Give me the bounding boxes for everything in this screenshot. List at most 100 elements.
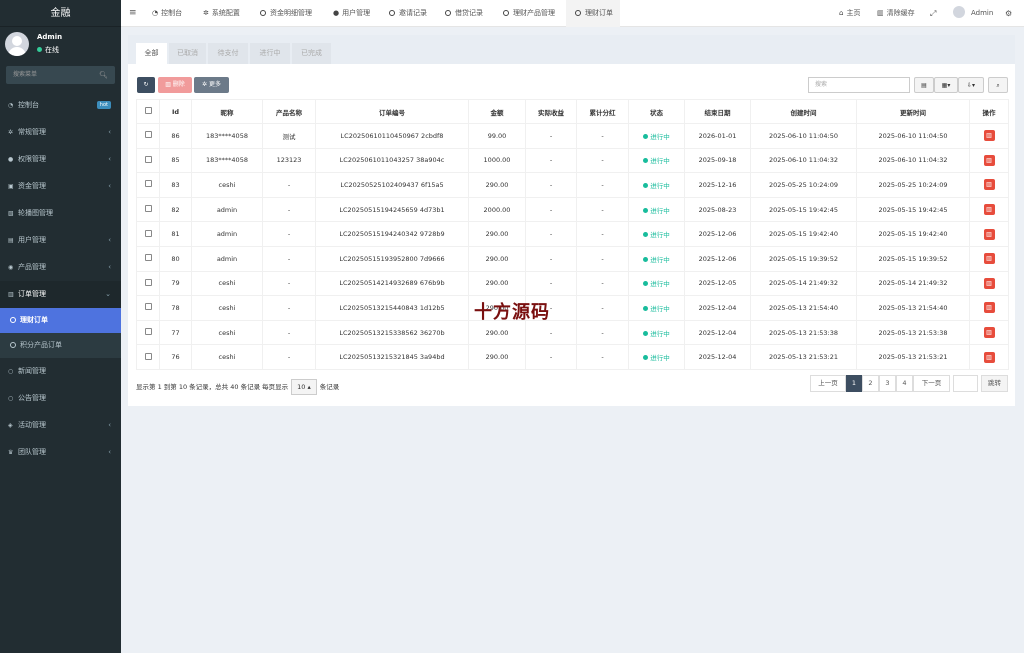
sidebar-item-products[interactable]: ◉ 产品管理 ‹: [0, 254, 121, 281]
sidebar-item-activities[interactable]: ◈ 活动管理 ‹: [0, 412, 121, 439]
prev-page-button[interactable]: 上一页: [810, 375, 846, 392]
delete-row-button[interactable]: ▥: [983, 228, 995, 240]
jump-page-input[interactable]: [953, 375, 978, 392]
delete-row-button[interactable]: ▥: [983, 204, 995, 216]
row-checkbox[interactable]: [136, 245, 160, 272]
tab-users[interactable]: ● 用户管理: [333, 0, 370, 27]
column-header[interactable]: 结束日期: [684, 99, 751, 124]
column-header[interactable]: 累计分红: [576, 99, 629, 124]
delete-row-button[interactable]: ▥: [983, 277, 995, 289]
delete-row-button[interactable]: ▥: [983, 130, 995, 142]
row-checkbox[interactable]: [136, 221, 160, 247]
delete-row-button[interactable]: ▥: [983, 154, 995, 166]
toggle-view-icon[interactable]: ▤: [914, 77, 934, 93]
app-logo[interactable]: 金融: [0, 0, 121, 27]
row-checkbox[interactable]: [136, 196, 160, 223]
sidebar-item-teams[interactable]: ♛ 团队管理 ‹: [0, 439, 121, 466]
tab-invites[interactable]: 邀请记录: [389, 0, 427, 27]
row-checkbox[interactable]: [136, 123, 160, 149]
delete-row-button[interactable]: ▥: [983, 327, 995, 339]
columns-dropdown-icon[interactable]: ▦▾: [934, 77, 958, 93]
clear-cache-button[interactable]: ▥ 清除缓存: [877, 0, 915, 27]
tab-loans[interactable]: 借贷记录: [445, 0, 483, 27]
tab-label: 邀请记录: [399, 9, 427, 17]
fullscreen-icon[interactable]: ⤢: [930, 0, 936, 27]
column-header[interactable]: 金额: [468, 99, 526, 124]
tab-fund-details[interactable]: 资金明细管理: [260, 0, 312, 27]
table-row[interactable]: 83 ceshi - LC20250525102409437 6f15a5 290.00…: [136, 172, 1009, 198]
tab-finance-products[interactable]: 理财产品管理: [503, 0, 555, 27]
column-header[interactable]: Id: [159, 99, 192, 124]
home-link[interactable]: ⌂ 主页: [839, 0, 860, 27]
tab-dashboard[interactable]: ◔ 控制台: [152, 0, 182, 27]
refresh-button[interactable]: ↻: [137, 77, 155, 93]
delete-button[interactable]: ▥ 删除: [158, 77, 192, 93]
table-cell: -: [262, 270, 316, 297]
table-row[interactable]: 78 ceshi - LC20250513215440843 1d12b5 290.00…: [136, 295, 1009, 321]
sidebar-item-carousel[interactable]: ▧ 轮播图管理: [0, 200, 121, 227]
table-row[interactable]: 80 admin - LC20250515193952800 7d9666 290.00…: [136, 245, 1009, 272]
menu-search-input[interactable]: 搜索菜单 🔍︎: [6, 66, 115, 84]
menu-toggle-icon[interactable]: ≡: [129, 0, 137, 27]
column-header[interactable]: 状态: [628, 99, 685, 124]
sidebar-item-permissions[interactable]: ● 权限管理 ‹: [0, 146, 121, 173]
more-button[interactable]: ✲ 更多: [194, 77, 229, 93]
column-header[interactable]: 订单编号: [315, 99, 469, 124]
tab-finance-orders[interactable]: 理财订单: [566, 0, 620, 27]
sidebar-item-notices[interactable]: ○ 公告管理: [0, 385, 121, 412]
sidebar-item-points-orders[interactable]: 积分产品订单: [0, 333, 121, 358]
row-checkbox[interactable]: [136, 172, 160, 198]
page-button-2[interactable]: 2: [862, 375, 879, 392]
table-search-input[interactable]: 搜索: [808, 77, 910, 93]
page-button-3[interactable]: 3: [879, 375, 896, 392]
column-header[interactable]: 创建时间: [750, 99, 857, 124]
page-button-4[interactable]: 4: [896, 375, 913, 392]
export-dropdown-icon[interactable]: ⇩▾: [958, 77, 984, 93]
row-checkbox[interactable]: [136, 295, 160, 321]
delete-row-button[interactable]: ▥: [983, 351, 995, 363]
column-header[interactable]: 昵称: [191, 99, 263, 124]
row-checkbox[interactable]: [136, 319, 160, 346]
next-page-button[interactable]: 下一页: [913, 375, 950, 392]
page-size-dropdown[interactable]: 10 ▴: [291, 379, 317, 395]
jump-button[interactable]: 跳转: [981, 375, 1008, 392]
column-header[interactable]: 产品名称: [262, 99, 316, 124]
delete-row-button[interactable]: ▥: [983, 179, 995, 191]
filter-tab-all[interactable]: 全部: [136, 43, 167, 64]
advanced-search-icon[interactable]: ⌕: [988, 77, 1008, 93]
tab-system-config[interactable]: ✲ 系统配置: [203, 0, 240, 27]
filter-tab-in-progress[interactable]: 进行中: [250, 43, 290, 64]
settings-gears-icon[interactable]: ⚙: [1005, 0, 1012, 27]
column-header[interactable]: 更新时间: [856, 99, 970, 124]
filter-tab-pending-payment[interactable]: 待支付: [208, 43, 248, 64]
user-menu[interactable]: Admin: [953, 0, 993, 27]
sidebar-item-orders[interactable]: ▥ 订单管理 ⌄: [0, 281, 121, 308]
chevron-down-icon: ⌄: [105, 290, 111, 298]
row-checkbox[interactable]: [136, 344, 160, 370]
table-row[interactable]: 82 admin - LC20250515194245659 4d73b1 2000.0…: [136, 196, 1009, 223]
filter-tab-completed[interactable]: 已完成: [292, 43, 331, 64]
table-row[interactable]: 81 admin - LC20250515194240342 9728b9 290.00…: [136, 221, 1009, 247]
circle-icon: ○: [8, 368, 14, 375]
sidebar-item-funds[interactable]: ▣ 资金管理 ‹: [0, 173, 121, 200]
table-cell: 2025-12-16: [684, 172, 751, 198]
table-row[interactable]: 86 183****4058 测试 LC20250610110450967 2cbdf…: [136, 123, 1009, 149]
delete-row-button[interactable]: ▥: [983, 253, 995, 265]
select-all-checkbox[interactable]: [136, 99, 160, 124]
sidebar-item-finance-orders[interactable]: 理财订单: [0, 308, 121, 333]
sidebar-item-dashboard[interactable]: ◔ 控制台 hot: [0, 92, 121, 119]
sidebar-item-general[interactable]: ✲ 常规管理 ‹: [0, 119, 121, 146]
column-header[interactable]: 实际收益: [525, 99, 577, 124]
table-row[interactable]: 76 ceshi - LC20250513215321845 3a94bd 290.00…: [136, 344, 1009, 370]
table-row[interactable]: 77 ceshi - LC20250513215338562 36270b 290.00…: [136, 319, 1009, 346]
delete-row-button[interactable]: ▥: [983, 302, 995, 314]
sidebar-item-news[interactable]: ○ 新闻管理: [0, 358, 121, 385]
search-icon[interactable]: 🔍︎: [99, 66, 108, 84]
table-row[interactable]: 79 ceshi - LC20250514214932689 676b9b 290.00…: [136, 270, 1009, 297]
filter-tab-cancelled[interactable]: 已取消: [169, 43, 206, 64]
row-checkbox[interactable]: [136, 270, 160, 297]
sidebar-item-users[interactable]: ▤ 用户管理 ‹: [0, 227, 121, 254]
row-checkbox[interactable]: [136, 147, 160, 174]
table-row[interactable]: 85 183****4058 123123 LC2025061011043257 38…: [136, 147, 1009, 174]
page-button-1[interactable]: 1: [846, 375, 862, 392]
